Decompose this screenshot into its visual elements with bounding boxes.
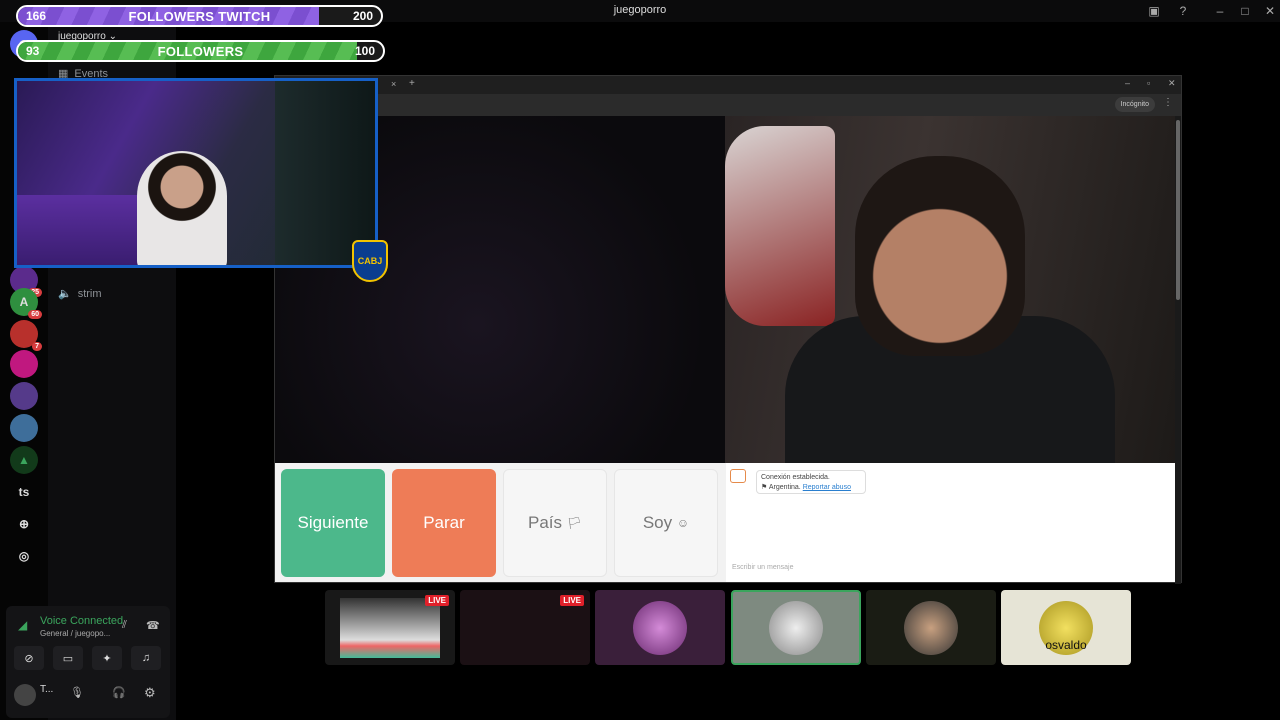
- minimize-icon[interactable]: –: [1125, 78, 1130, 88]
- help-icon[interactable]: ?: [1175, 3, 1191, 19]
- live-badge: LIVE: [560, 595, 584, 606]
- channel-strim[interactable]: 🔈 strim: [58, 287, 102, 301]
- noise-suppression-icon[interactable]: ⫽: [122, 619, 127, 632]
- video-area: [275, 116, 1175, 463]
- user-icon: ☺: [676, 516, 690, 530]
- voice-status: Voice Connected: [40, 615, 124, 627]
- gender-button[interactable]: Soy ☺: [614, 469, 718, 577]
- tile-caption: osvaldo: [1045, 638, 1087, 652]
- camera-off-icon[interactable]: ⊘: [14, 646, 44, 670]
- flag-icon: 🏳: [566, 516, 582, 530]
- inbox-icon[interactable]: ▣: [1146, 3, 1162, 19]
- controls-panel: Siguiente Parar País 🏳 Soy ☺ Conexión es…: [275, 463, 1175, 582]
- address-bar[interactable]: Incógnito ⋮: [275, 94, 1181, 116]
- settings-icon[interactable]: ⚙: [144, 685, 156, 701]
- server-icon[interactable]: 7: [10, 320, 42, 351]
- disconnect-icon[interactable]: ☎: [146, 619, 160, 632]
- avatar[interactable]: [14, 684, 36, 706]
- soundboard-icon[interactable]: ♫: [131, 646, 161, 670]
- avatar: [769, 600, 823, 655]
- explore-icon[interactable]: ◎: [10, 542, 38, 570]
- webcam-overlay: [14, 78, 378, 268]
- team-crest: CABJ: [352, 240, 388, 282]
- country-button[interactable]: País 🏳: [503, 469, 607, 577]
- participant-tile[interactable]: LIVE: [460, 590, 590, 665]
- close-icon[interactable]: ✕: [1262, 3, 1278, 19]
- new-tab-icon[interactable]: +: [409, 78, 415, 89]
- add-server-icon[interactable]: ⊕: [10, 510, 38, 538]
- avatar: [904, 600, 958, 655]
- participant-tile[interactable]: osvaldo: [1001, 590, 1131, 665]
- next-button[interactable]: Siguiente: [281, 469, 385, 577]
- mention-badge: 7: [32, 342, 42, 351]
- twitch-followers-goal: FOLLOWERS TWITCH 166 200: [16, 5, 383, 27]
- live-badge: LIVE: [425, 595, 449, 606]
- menu-icon[interactable]: ⋮: [1163, 97, 1173, 108]
- flag-icon: ⚑: [761, 484, 768, 491]
- chat-box: Conexión establecida. ⚑ Argentina. Repor…: [726, 463, 1175, 582]
- participant-tile[interactable]: [731, 590, 861, 665]
- self-video: [725, 116, 1175, 463]
- system-message: Conexión establecida. ⚑ Argentina. Repor…: [756, 470, 866, 494]
- screen-share-icon[interactable]: ▭: [53, 646, 83, 670]
- maximize-icon[interactable]: □: [1237, 3, 1253, 19]
- voice-panel: ◢ Voice Connected General / juegopo... ⫽…: [6, 606, 170, 718]
- microphone-icon[interactable]: 🎙: [70, 686, 84, 699]
- voice-channel[interactable]: General / juegopo...: [40, 629, 110, 638]
- server-icon[interactable]: ▲: [10, 446, 38, 474]
- report-abuse-link[interactable]: Reportar abuso: [803, 484, 851, 491]
- mention-badge: 60: [28, 310, 42, 319]
- tab-bar: × + – ▫ ✕: [275, 76, 1181, 94]
- message-input[interactable]: Escribir un mensaje: [730, 564, 1170, 578]
- activities-icon[interactable]: ✦: [92, 646, 122, 670]
- participant-tile[interactable]: LIVE: [325, 590, 455, 665]
- username: T...: [40, 684, 54, 695]
- server-icon[interactable]: [10, 350, 38, 378]
- incognito-badge[interactable]: Incógnito: [1114, 97, 1155, 112]
- stop-button[interactable]: Parar: [392, 469, 496, 577]
- signal-icon: ◢: [18, 618, 28, 632]
- headphones-icon[interactable]: 🎧: [112, 686, 126, 699]
- browser-window: × + – ▫ ✕ Incógnito ⋮ Siguiente Parar Pa…: [274, 75, 1182, 584]
- server-ts[interactable]: ts: [10, 478, 38, 506]
- close-icon[interactable]: ✕: [1168, 78, 1176, 89]
- participant-tile[interactable]: [866, 590, 996, 665]
- participant-tile[interactable]: [595, 590, 725, 665]
- scrollbar[interactable]: [1175, 116, 1181, 584]
- followers-goal: FOLLOWERS 93 100: [16, 40, 385, 62]
- minimize-icon[interactable]: –: [1212, 3, 1228, 19]
- avatar: [633, 600, 687, 655]
- server-icon[interactable]: [10, 382, 38, 410]
- close-tab-icon[interactable]: ×: [391, 79, 396, 89]
- server-icon[interactable]: [10, 414, 38, 442]
- maximize-icon[interactable]: ▫: [1147, 78, 1150, 88]
- chat-logo-icon: [730, 469, 746, 483]
- server-icon[interactable]: A 60: [10, 288, 42, 319]
- speaker-icon: 🔈: [58, 288, 72, 300]
